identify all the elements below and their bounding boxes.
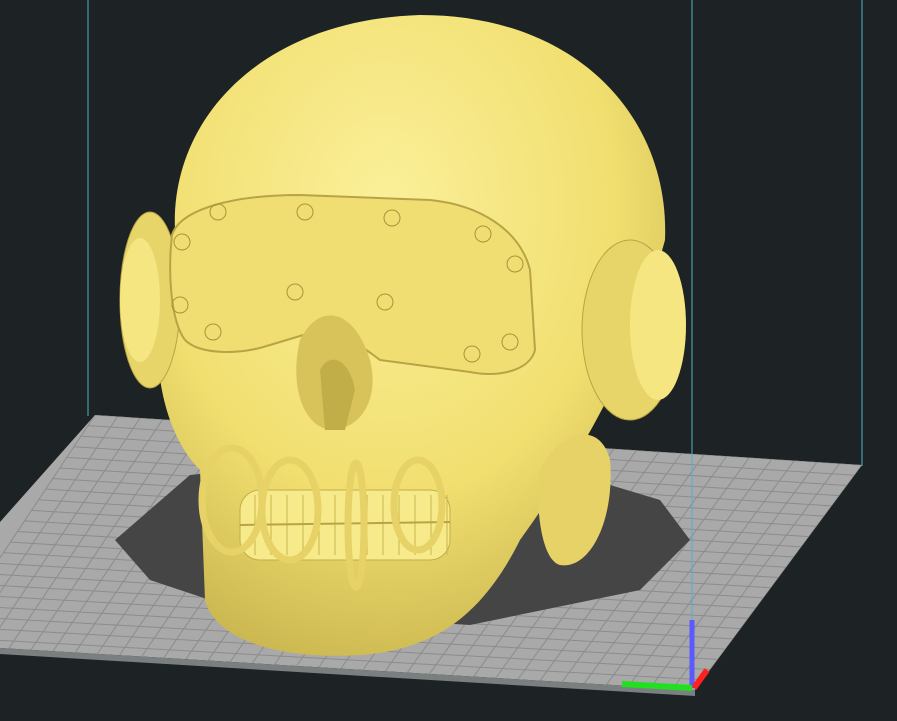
3d-viewport[interactable]	[0, 0, 897, 721]
scene[interactable]	[0, 0, 897, 721]
right-ear-cap	[630, 250, 686, 400]
left-ear-cap	[120, 238, 160, 362]
y-axis	[621, 681, 693, 691]
